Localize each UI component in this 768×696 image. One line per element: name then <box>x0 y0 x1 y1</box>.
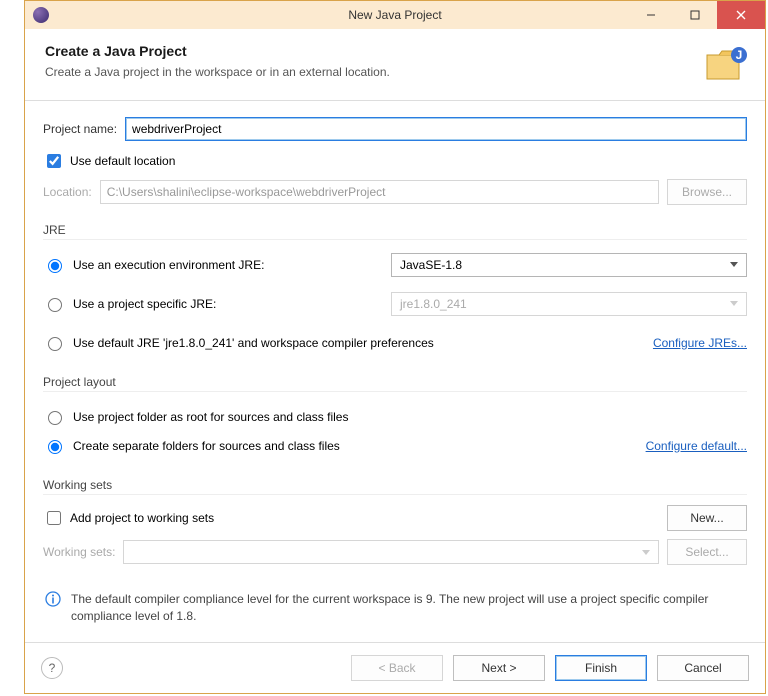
info-message: The default compiler compliance level fo… <box>43 591 747 625</box>
working-sets-group-label: Working sets <box>43 478 747 492</box>
jre-group-label: JRE <box>43 223 747 237</box>
jre-env-radio[interactable] <box>48 259 62 273</box>
configure-default-link[interactable]: Configure default... <box>646 439 747 453</box>
add-working-sets-checkbox[interactable] <box>47 511 61 525</box>
working-sets-label: Working sets: <box>43 545 115 559</box>
use-default-location-label: Use default location <box>70 154 175 168</box>
add-working-sets-label: Add project to working sets <box>70 511 214 525</box>
browse-button: Browse... <box>667 179 747 205</box>
folder-java-icon: J <box>705 43 749 86</box>
location-input <box>100 180 659 204</box>
wizard-content: Project name: Use default location Locat… <box>25 101 765 642</box>
select-working-set-button: Select... <box>667 539 747 565</box>
jre-specific-select: jre1.8.0_241 <box>391 292 747 316</box>
layout-single-label: Use project folder as root for sources a… <box>73 410 348 424</box>
minimize-button[interactable] <box>629 1 673 29</box>
wizard-footer: ? < Back Next > Finish Cancel <box>25 642 765 693</box>
close-button[interactable] <box>717 1 765 29</box>
chevron-down-icon <box>730 262 738 267</box>
layout-separate-label: Create separate folders for sources and … <box>73 439 340 453</box>
svg-text:J: J <box>736 48 743 62</box>
page-title: Create a Java Project <box>45 43 390 59</box>
info-icon <box>45 591 61 610</box>
new-working-set-button[interactable]: New... <box>667 505 747 531</box>
window-controls <box>629 1 765 29</box>
dialog-window: New Java Project Create a Java Project C… <box>24 0 766 694</box>
finish-button[interactable]: Finish <box>555 655 647 681</box>
window-title: New Java Project <box>348 8 441 22</box>
jre-env-select[interactable]: JavaSE-1.8 <box>391 253 747 277</box>
jre-specific-label: Use a project specific JRE: <box>73 297 216 311</box>
configure-jres-link[interactable]: Configure JREs... <box>653 336 747 350</box>
layout-group-label: Project layout <box>43 375 747 389</box>
wizard-header: Create a Java Project Create a Java proj… <box>25 29 765 101</box>
page-subtitle: Create a Java project in the workspace o… <box>45 65 390 79</box>
jre-env-label: Use an execution environment JRE: <box>73 258 264 272</box>
info-text: The default compiler compliance level fo… <box>71 591 745 625</box>
help-button[interactable]: ? <box>41 657 63 679</box>
jre-specific-radio[interactable] <box>48 298 62 312</box>
eclipse-icon <box>33 7 49 23</box>
jre-default-label: Use default JRE 'jre1.8.0_241' and works… <box>73 336 434 350</box>
maximize-button[interactable] <box>673 1 717 29</box>
project-name-label: Project name: <box>43 122 117 136</box>
chevron-down-icon <box>730 301 738 306</box>
working-sets-select <box>123 540 659 564</box>
chevron-down-icon <box>642 550 650 555</box>
use-default-location-checkbox[interactable] <box>47 154 61 168</box>
back-button: < Back <box>351 655 443 681</box>
cancel-button[interactable]: Cancel <box>657 655 749 681</box>
jre-default-radio[interactable] <box>48 337 62 351</box>
layout-single-radio[interactable] <box>48 411 62 425</box>
titlebar[interactable]: New Java Project <box>25 1 765 29</box>
layout-separate-radio[interactable] <box>48 440 62 454</box>
project-name-input[interactable] <box>125 117 747 141</box>
next-button[interactable]: Next > <box>453 655 545 681</box>
location-label: Location: <box>43 185 92 199</box>
